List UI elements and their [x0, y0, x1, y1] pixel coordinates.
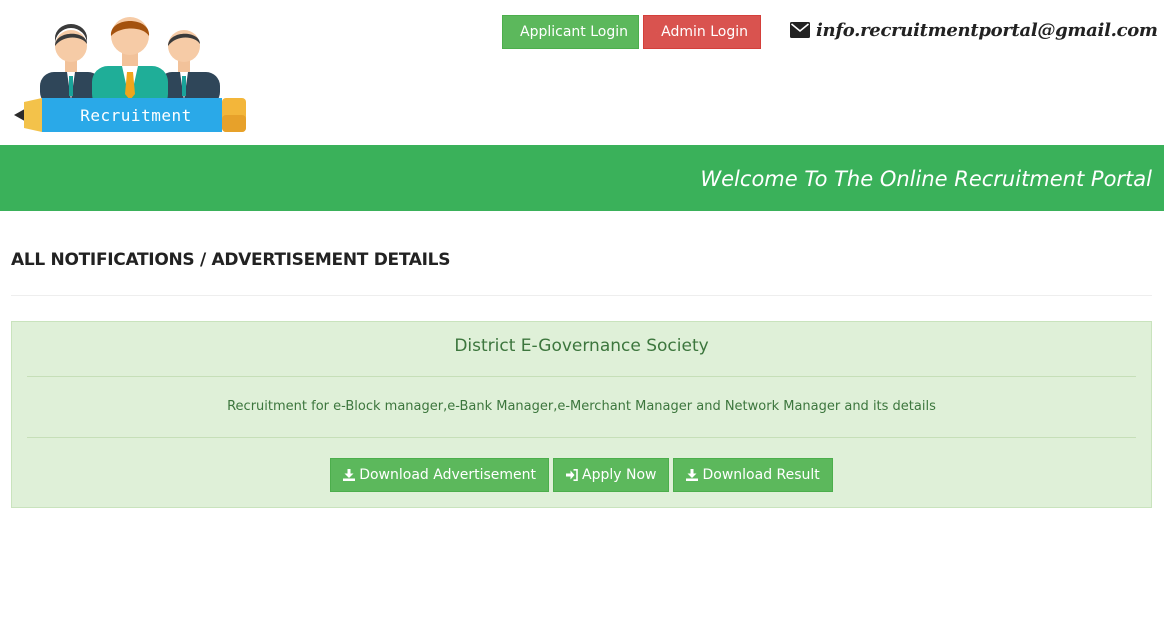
download-icon [343, 469, 356, 481]
download-icon [686, 469, 699, 481]
notification-title: District E-Governance Society [454, 336, 709, 356]
section-title: ALL NOTIFICATIONS / ADVERTISEMENT DETAIL… [11, 250, 451, 270]
apply-now-label: Apply Now [582, 467, 657, 483]
admin-login-button[interactable]: Admin Login [643, 15, 761, 49]
notification-description: Recruitment for e-Block manager,e-Bank M… [227, 399, 936, 414]
sign-in-icon [566, 469, 578, 481]
header: Recruitment Portal Applicant Login Admin… [0, 0, 1164, 151]
site-logo[interactable]: Recruitment Portal [12, 14, 248, 151]
email-text: info.recruitmentportal@gmail.com [816, 19, 1158, 41]
download-result-label: Download Result [702, 467, 820, 483]
admin-login-label: Admin Login [661, 24, 748, 40]
notification-card: District E-Governance Society Recruitmen… [11, 321, 1152, 508]
welcome-text: Welcome To The Online Recruitment Portal [700, 167, 1152, 191]
download-advertisement-label: Download Advertisement [359, 467, 537, 483]
notification-actions: Download Advertisement Apply Now Downloa… [12, 458, 1151, 492]
applicant-login-label: Applicant Login [520, 24, 628, 40]
applicant-login-button[interactable]: Applicant Login [502, 15, 639, 49]
download-advertisement-button[interactable]: Download Advertisement [330, 458, 550, 492]
card-divider [27, 437, 1136, 438]
download-result-button[interactable]: Download Result [673, 458, 833, 492]
card-divider [27, 376, 1136, 377]
apply-now-button[interactable]: Apply Now [553, 458, 670, 492]
contact-email[interactable]: info.recruitmentportal@gmail.com [790, 16, 1158, 44]
section-divider [11, 295, 1152, 296]
logo-text: Recruitment Portal [80, 106, 192, 151]
envelope-icon [790, 22, 810, 38]
welcome-banner: Welcome To The Online Recruitment Portal [0, 145, 1164, 211]
